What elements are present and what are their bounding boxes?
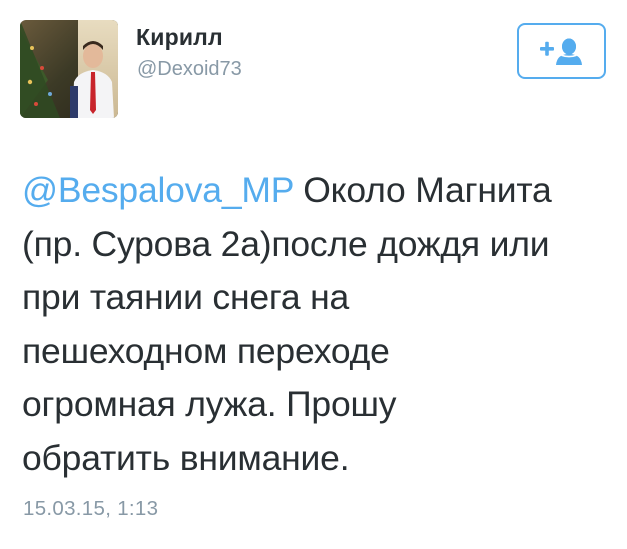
tweet-text-line: Около Магнита [293,170,552,210]
tweet-text-line: обратить внимание. [22,437,350,478]
tweet-text: @Bespalova_MP Около Магнита (пр. Сурова 2… [22,164,612,486]
tweet-card: Кирилл @Dexoid73 @Bespalova_MP Около Маг… [0,0,627,549]
display-name[interactable]: Кирилл [136,24,223,51]
tweet-text-line: при таянии снега на [22,277,350,318]
avatar-photo [20,20,118,118]
tweet-timestamp[interactable]: 15.03.15, 1:13 [23,497,158,521]
tweet-text-line: пешеходном переходе [22,330,390,371]
tweet-text-line: (пр. Сурова 2а)после дождя или [22,223,550,264]
user-handle[interactable]: @Dexoid73 [137,58,242,81]
add-user-icon [539,38,582,65]
tweet-text-line: огромная лужа. Прошу [22,384,397,425]
follow-button[interactable] [517,23,606,79]
avatar[interactable] [20,20,118,118]
mention-link[interactable]: @Bespalova_MP [22,170,294,210]
